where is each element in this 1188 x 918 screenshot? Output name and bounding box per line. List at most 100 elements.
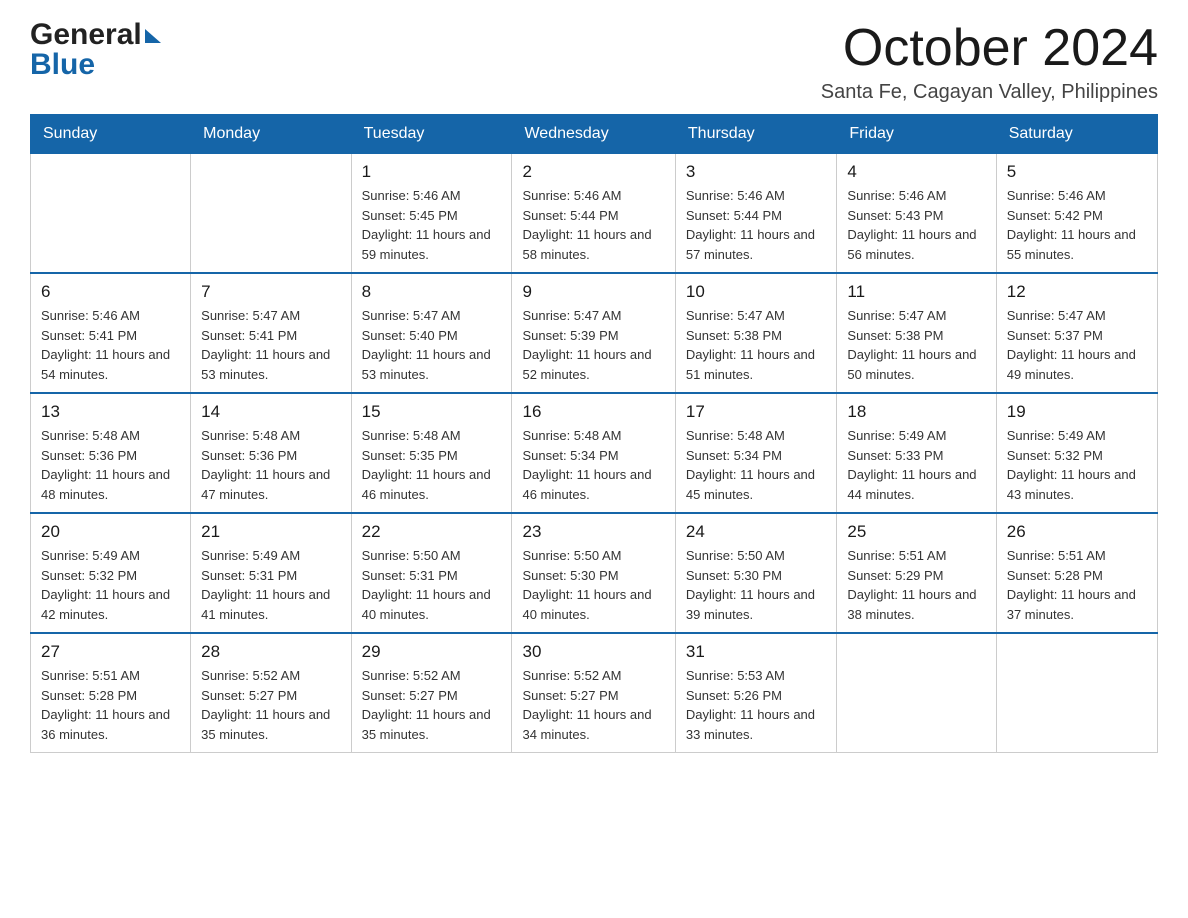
day-number: 10	[686, 282, 827, 302]
day-info: Sunrise: 5:47 AMSunset: 5:38 PMDaylight:…	[686, 306, 827, 384]
location-subtitle: Santa Fe, Cagayan Valley, Philippines	[821, 81, 1158, 104]
day-number: 8	[362, 282, 502, 302]
day-number: 18	[847, 402, 985, 422]
calendar-cell: 2Sunrise: 5:46 AMSunset: 5:44 PMDaylight…	[512, 154, 675, 274]
day-info: Sunrise: 5:53 AMSunset: 5:26 PMDaylight:…	[686, 666, 827, 744]
day-info: Sunrise: 5:46 AMSunset: 5:44 PMDaylight:…	[686, 186, 827, 264]
day-info: Sunrise: 5:48 AMSunset: 5:34 PMDaylight:…	[522, 426, 664, 504]
day-info: Sunrise: 5:46 AMSunset: 5:44 PMDaylight:…	[522, 186, 664, 264]
page-header: General Blue October 2024 Santa Fe, Caga…	[30, 20, 1158, 104]
calendar-cell	[837, 633, 996, 753]
calendar-cell: 13 Sunrise: 5:48 AMSunset: 5:36 PMDayligh…	[31, 393, 191, 513]
day-number: 3	[686, 162, 827, 182]
day-number: 25	[847, 522, 985, 542]
calendar-cell: 27Sunrise: 5:51 AMSunset: 5:28 PMDayligh…	[31, 633, 191, 753]
day-number: 5	[1007, 162, 1147, 182]
calendar-week-row: 1Sunrise: 5:46 AMSunset: 5:45 PMDaylight…	[31, 154, 1158, 274]
calendar-cell: 7 Sunrise: 5:47 AMSunset: 5:41 PMDaylight…	[191, 273, 351, 393]
calendar-cell: 14 Sunrise: 5:48 AMSunset: 5:36 PMDayligh…	[191, 393, 351, 513]
calendar-cell: 6 Sunrise: 5:46 AMSunset: 5:41 PMDaylight…	[31, 273, 191, 393]
day-number: 21	[201, 522, 340, 542]
calendar-cell: 21 Sunrise: 5:49 AMSunset: 5:31 PMDayligh…	[191, 513, 351, 633]
day-info: Sunrise: 5:51 AMSunset: 5:28 PMDaylight:…	[1007, 546, 1147, 624]
logo: General Blue	[30, 20, 161, 80]
day-number: 28	[201, 642, 340, 662]
calendar-cell: 30Sunrise: 5:52 AMSunset: 5:27 PMDayligh…	[512, 633, 675, 753]
calendar-cell: 10 Sunrise: 5:47 AMSunset: 5:38 PMDayligh…	[675, 273, 837, 393]
day-number: 29	[362, 642, 502, 662]
day-number: 19	[1007, 402, 1147, 422]
calendar-cell: 3 Sunrise: 5:46 AMSunset: 5:44 PMDaylight…	[675, 154, 837, 274]
day-info: Sunrise: 5:47 AMSunset: 5:37 PMDaylight:…	[1007, 306, 1147, 384]
day-info: Sunrise: 5:52 AMSunset: 5:27 PMDaylight:…	[201, 666, 340, 744]
day-number: 30	[522, 642, 664, 662]
day-info: Sunrise: 5:49 AMSunset: 5:32 PMDaylight:…	[1007, 426, 1147, 504]
calendar-cell: 15 Sunrise: 5:48 AMSunset: 5:35 PMDayligh…	[351, 393, 512, 513]
calendar-cell: 19 Sunrise: 5:49 AMSunset: 5:32 PMDayligh…	[996, 393, 1157, 513]
calendar-cell: 26 Sunrise: 5:51 AMSunset: 5:28 PMDayligh…	[996, 513, 1157, 633]
day-info: Sunrise: 5:48 AMSunset: 5:36 PMDaylight:…	[201, 426, 340, 504]
calendar-cell: 12 Sunrise: 5:47 AMSunset: 5:37 PMDayligh…	[996, 273, 1157, 393]
day-info: Sunrise: 5:48 AMSunset: 5:36 PMDaylight:…	[41, 426, 180, 504]
calendar-cell: 8 Sunrise: 5:47 AMSunset: 5:40 PMDaylight…	[351, 273, 512, 393]
calendar-cell	[996, 633, 1157, 753]
calendar-cell: 5 Sunrise: 5:46 AMSunset: 5:42 PMDaylight…	[996, 154, 1157, 274]
calendar-header-thursday: Thursday	[675, 115, 837, 154]
day-number: 13	[41, 402, 180, 422]
calendar-cell: 28 Sunrise: 5:52 AMSunset: 5:27 PMDayligh…	[191, 633, 351, 753]
day-number: 6	[41, 282, 180, 302]
calendar-header-tuesday: Tuesday	[351, 115, 512, 154]
day-info: Sunrise: 5:48 AMSunset: 5:34 PMDaylight:…	[686, 426, 827, 504]
calendar-header-saturday: Saturday	[996, 115, 1157, 154]
logo-blue-text: Blue	[30, 48, 95, 81]
day-info: Sunrise: 5:48 AMSunset: 5:35 PMDaylight:…	[362, 426, 502, 504]
calendar-cell: 23 Sunrise: 5:50 AMSunset: 5:30 PMDayligh…	[512, 513, 675, 633]
day-info: Sunrise: 5:46 AMSunset: 5:43 PMDaylight:…	[847, 186, 985, 264]
day-number: 14	[201, 402, 340, 422]
calendar-week-row: 20Sunrise: 5:49 AMSunset: 5:32 PMDayligh…	[31, 513, 1158, 633]
day-info: Sunrise: 5:49 AMSunset: 5:31 PMDaylight:…	[201, 546, 340, 624]
calendar-header-wednesday: Wednesday	[512, 115, 675, 154]
day-info: Sunrise: 5:51 AMSunset: 5:29 PMDaylight:…	[847, 546, 985, 624]
day-number: 4	[847, 162, 985, 182]
day-number: 27	[41, 642, 180, 662]
day-info: Sunrise: 5:47 AMSunset: 5:41 PMDaylight:…	[201, 306, 340, 384]
calendar-cell: 4 Sunrise: 5:46 AMSunset: 5:43 PMDaylight…	[837, 154, 996, 274]
day-info: Sunrise: 5:47 AMSunset: 5:40 PMDaylight:…	[362, 306, 502, 384]
day-info: Sunrise: 5:46 AMSunset: 5:41 PMDaylight:…	[41, 306, 180, 384]
calendar-week-row: 6 Sunrise: 5:46 AMSunset: 5:41 PMDaylight…	[31, 273, 1158, 393]
calendar-cell: 17Sunrise: 5:48 AMSunset: 5:34 PMDayligh…	[675, 393, 837, 513]
day-number: 26	[1007, 522, 1147, 542]
calendar-header-monday: Monday	[191, 115, 351, 154]
calendar-cell: 24 Sunrise: 5:50 AMSunset: 5:30 PMDayligh…	[675, 513, 837, 633]
calendar-cell: 25 Sunrise: 5:51 AMSunset: 5:29 PMDayligh…	[837, 513, 996, 633]
day-number: 1	[362, 162, 502, 182]
day-info: Sunrise: 5:50 AMSunset: 5:30 PMDaylight:…	[686, 546, 827, 624]
day-number: 12	[1007, 282, 1147, 302]
calendar-cell: 20Sunrise: 5:49 AMSunset: 5:32 PMDayligh…	[31, 513, 191, 633]
day-info: Sunrise: 5:50 AMSunset: 5:30 PMDaylight:…	[522, 546, 664, 624]
calendar-cell: 29 Sunrise: 5:52 AMSunset: 5:27 PMDayligh…	[351, 633, 512, 753]
logo-arrow-icon	[145, 29, 161, 43]
calendar-cell: 9Sunrise: 5:47 AMSunset: 5:39 PMDaylight…	[512, 273, 675, 393]
calendar-table: SundayMondayTuesdayWednesdayThursdayFrid…	[30, 114, 1158, 753]
day-info: Sunrise: 5:46 AMSunset: 5:42 PMDaylight:…	[1007, 186, 1147, 264]
day-info: Sunrise: 5:47 AMSunset: 5:38 PMDaylight:…	[847, 306, 985, 384]
day-number: 16	[522, 402, 664, 422]
calendar-cell: 18 Sunrise: 5:49 AMSunset: 5:33 PMDayligh…	[837, 393, 996, 513]
calendar-header-sunday: Sunday	[31, 115, 191, 154]
day-number: 23	[522, 522, 664, 542]
day-number: 7	[201, 282, 340, 302]
day-info: Sunrise: 5:47 AMSunset: 5:39 PMDaylight:…	[522, 306, 664, 384]
calendar-cell	[191, 154, 351, 274]
day-info: Sunrise: 5:50 AMSunset: 5:31 PMDaylight:…	[362, 546, 502, 624]
calendar-cell	[31, 154, 191, 274]
day-number: 15	[362, 402, 502, 422]
day-info: Sunrise: 5:49 AMSunset: 5:33 PMDaylight:…	[847, 426, 985, 504]
day-info: Sunrise: 5:52 AMSunset: 5:27 PMDaylight:…	[362, 666, 502, 744]
calendar-cell: 31Sunrise: 5:53 AMSunset: 5:26 PMDayligh…	[675, 633, 837, 753]
calendar-week-row: 27Sunrise: 5:51 AMSunset: 5:28 PMDayligh…	[31, 633, 1158, 753]
calendar-cell: 16 Sunrise: 5:48 AMSunset: 5:34 PMDayligh…	[512, 393, 675, 513]
calendar-header-friday: Friday	[837, 115, 996, 154]
day-number: 24	[686, 522, 827, 542]
